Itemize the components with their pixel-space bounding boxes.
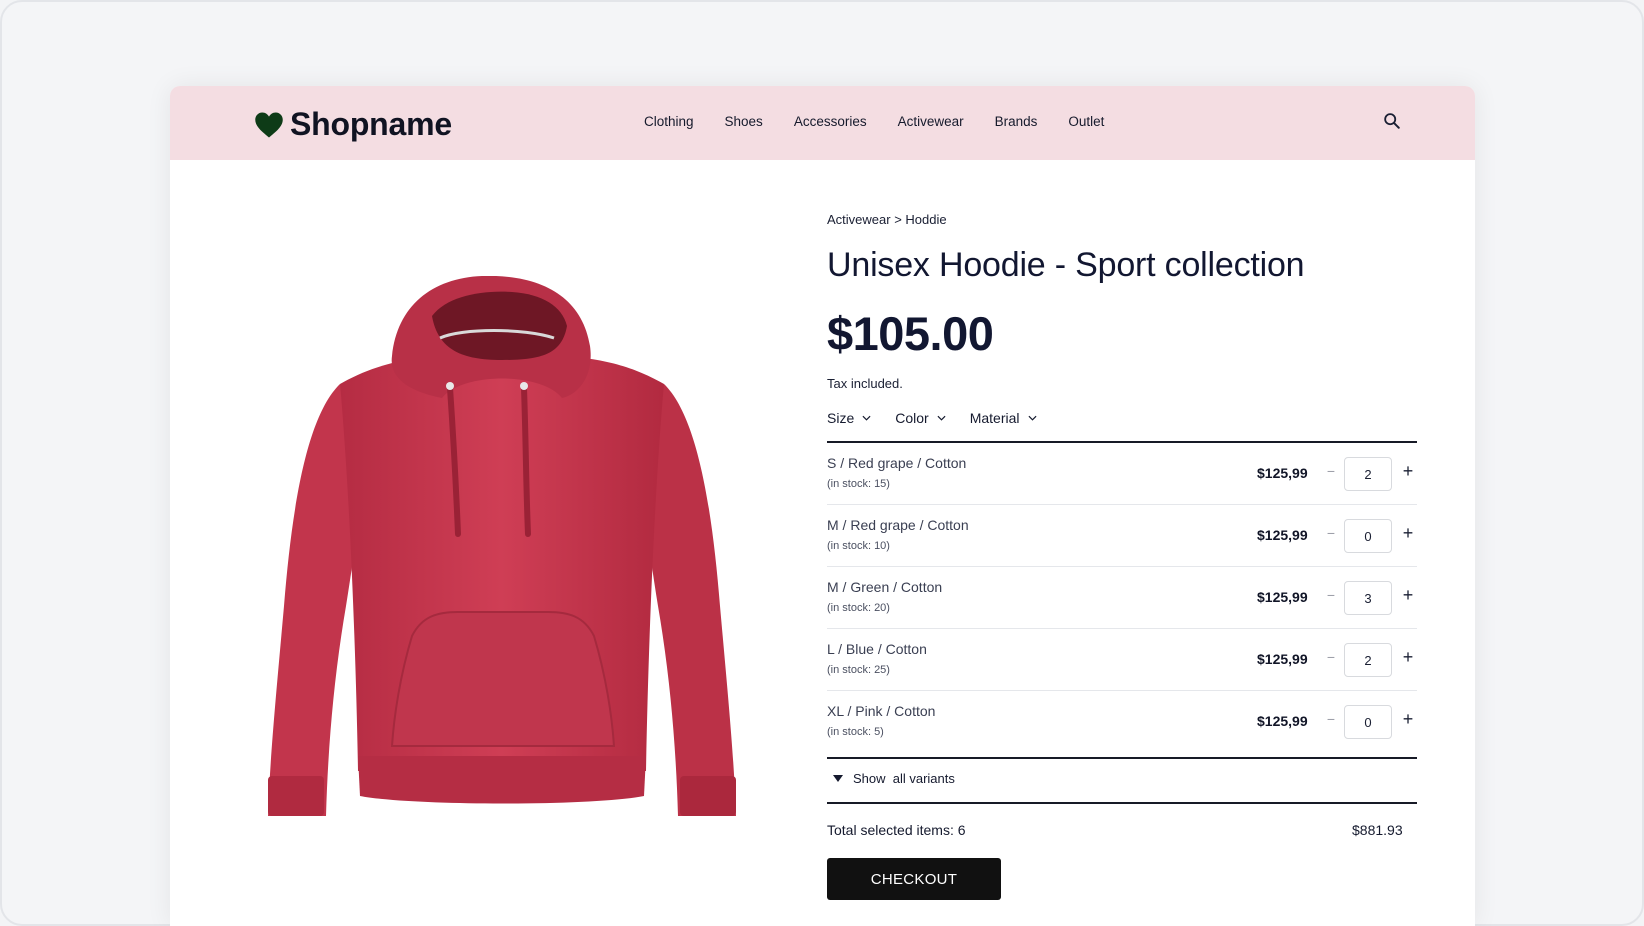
variant-stock: (in stock: 20): [827, 602, 890, 614]
variant-price: $125,99: [1257, 589, 1308, 605]
variant-price: $125,99: [1257, 527, 1308, 543]
variant-row: M / Green / Cotton (in stock: 20) $125,9…: [827, 567, 1417, 629]
nav-item-shoes[interactable]: Shoes: [725, 114, 763, 129]
variant-row: L / Blue / Cotton (in stock: 25) $125,99…: [827, 629, 1417, 691]
product-price: $105.00: [827, 307, 994, 360]
quantity-decrease-button[interactable]: −: [1325, 649, 1337, 665]
filter-material-label: Material: [969, 410, 1020, 426]
variant-name: L / Blue / Cotton: [827, 641, 927, 657]
quantity-input[interactable]: [1344, 457, 1392, 491]
filter-color[interactable]: Color: [895, 410, 946, 426]
variant-row: XL / Pink / Cotton (in stock: 5) $125,99…: [827, 691, 1417, 753]
chevron-down-icon: [937, 415, 946, 421]
variant-row: M / Red grape / Cotton (in stock: 10) $1…: [827, 505, 1417, 567]
quantity-decrease-button[interactable]: −: [1325, 525, 1337, 541]
variant-row: S / Red grape / Cotton (in stock: 15) $1…: [827, 443, 1417, 505]
quantity-input[interactable]: [1344, 581, 1392, 615]
nav-item-brands[interactable]: Brands: [995, 114, 1038, 129]
filter-color-label: Color: [895, 410, 929, 426]
main-nav: Clothing Shoes Accessories Activewear Br…: [644, 114, 1135, 129]
nav-item-activewear[interactable]: Activewear: [898, 114, 964, 129]
chevron-down-icon: [1027, 415, 1037, 421]
quantity-increase-button[interactable]: +: [1401, 647, 1415, 668]
nav-item-outlet[interactable]: Outlet: [1068, 114, 1104, 129]
quantity-input[interactable]: [1344, 643, 1392, 677]
product-title: Unisex Hoodie - Sport collection: [827, 246, 1305, 284]
quantity-increase-button[interactable]: +: [1401, 709, 1415, 730]
variant-name: M / Green / Cotton: [827, 579, 943, 595]
variant-stock: (in stock: 25): [827, 664, 890, 676]
brand-logo[interactable]: Shopname: [254, 106, 452, 143]
variant-name: M / Red grape / Cotton: [827, 517, 969, 533]
variant-price: $125,99: [1257, 465, 1308, 481]
variant-stock: (in stock: 10): [827, 540, 890, 552]
total-items-label: Total selected items: 6: [827, 822, 966, 838]
variant-stock: (in stock: 5): [827, 726, 884, 738]
quantity-decrease-button[interactable]: −: [1325, 711, 1337, 727]
chevron-down-icon: [862, 415, 871, 421]
quantity-increase-button[interactable]: +: [1401, 523, 1415, 544]
total-price: $881.93: [1352, 822, 1403, 838]
variant-filters: Size Color Material: [827, 410, 1061, 426]
filter-size[interactable]: Size: [827, 410, 871, 426]
quantity-input[interactable]: [1344, 519, 1392, 553]
divider: [827, 757, 1417, 759]
heart-icon: [255, 112, 283, 137]
brand-name: Shopname: [290, 106, 452, 142]
breadcrumb[interactable]: Activewear > Hoddie: [827, 212, 947, 227]
checkout-button[interactable]: CHECKOUT: [827, 858, 1001, 900]
variant-stock: (in stock: 15): [827, 478, 890, 490]
quantity-input[interactable]: [1344, 705, 1392, 739]
variant-name: XL / Pink / Cotton: [827, 703, 936, 719]
divider: [827, 802, 1417, 804]
filter-material[interactable]: Material: [970, 410, 1037, 426]
shop-window: Shopname Clothing Shoes Accessories Acti…: [170, 86, 1475, 926]
triangle-down-icon: [833, 775, 843, 782]
variant-name: S / Red grape / Cotton: [827, 455, 967, 471]
show-all-variants-label: Show all variants: [853, 771, 955, 786]
nav-item-clothing[interactable]: Clothing: [644, 114, 694, 129]
variant-price: $125,99: [1257, 713, 1308, 729]
show-all-variants-toggle[interactable]: Show all variants: [833, 771, 955, 786]
nav-item-accessories[interactable]: Accessories: [794, 114, 867, 129]
tax-note: Tax included.: [827, 376, 903, 391]
variant-price: $125,99: [1257, 651, 1308, 667]
quantity-decrease-button[interactable]: −: [1325, 463, 1337, 479]
quantity-increase-button[interactable]: +: [1401, 461, 1415, 482]
search-icon[interactable]: [1383, 112, 1401, 130]
site-header: Shopname Clothing Shoes Accessories Acti…: [170, 86, 1475, 160]
quantity-decrease-button[interactable]: −: [1325, 587, 1337, 603]
product-image: [268, 276, 736, 816]
quantity-increase-button[interactable]: +: [1401, 585, 1415, 606]
filter-size-label: Size: [827, 410, 855, 426]
variant-list: S / Red grape / Cotton (in stock: 15) $1…: [827, 443, 1417, 753]
